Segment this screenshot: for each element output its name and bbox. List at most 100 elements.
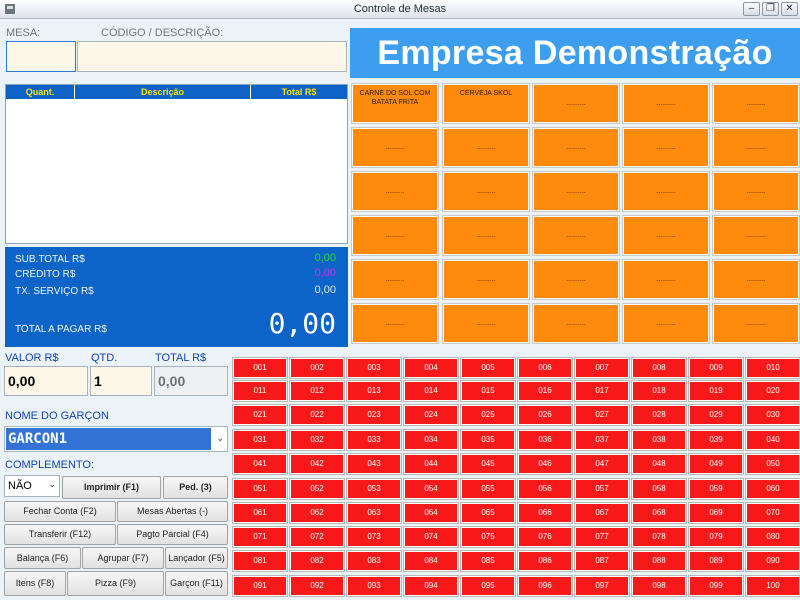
mesa-button[interactable]: 051 bbox=[232, 478, 288, 500]
mesa-button[interactable]: 010 bbox=[745, 357, 800, 379]
product-button[interactable]: .......... bbox=[351, 303, 439, 344]
mesa-button[interactable]: 005 bbox=[460, 357, 516, 379]
mesa-button[interactable]: 073 bbox=[346, 526, 402, 548]
mesa-button[interactable]: 059 bbox=[688, 478, 744, 500]
mesa-button[interactable]: 013 bbox=[346, 380, 402, 402]
mesa-button[interactable]: 003 bbox=[346, 357, 402, 379]
product-button[interactable]: .......... bbox=[351, 171, 439, 212]
mesa-button[interactable]: 070 bbox=[745, 502, 800, 524]
mesa-button[interactable]: 048 bbox=[631, 453, 687, 475]
mesa-button[interactable]: 079 bbox=[688, 526, 744, 548]
mesa-button[interactable]: 095 bbox=[460, 575, 516, 597]
mesa-button[interactable]: 053 bbox=[346, 478, 402, 500]
product-button[interactable]: .......... bbox=[532, 215, 620, 256]
mesa-button[interactable]: 077 bbox=[574, 526, 630, 548]
product-button[interactable]: .......... bbox=[712, 171, 800, 212]
mesa-button[interactable]: 058 bbox=[631, 478, 687, 500]
mesa-button[interactable]: 023 bbox=[346, 404, 402, 426]
mesa-button[interactable]: 063 bbox=[346, 502, 402, 524]
mesa-button[interactable]: 034 bbox=[403, 429, 459, 451]
product-button[interactable]: .......... bbox=[532, 127, 620, 168]
product-button[interactable]: .......... bbox=[442, 259, 530, 300]
mesa-button[interactable]: 088 bbox=[631, 550, 687, 572]
mesa-button[interactable]: 080 bbox=[745, 526, 800, 548]
mesa-button[interactable]: 064 bbox=[403, 502, 459, 524]
mesa-button[interactable]: 087 bbox=[574, 550, 630, 572]
mesa-button[interactable]: 042 bbox=[289, 453, 345, 475]
product-button[interactable]: .......... bbox=[442, 171, 530, 212]
mesa-button[interactable]: 002 bbox=[289, 357, 345, 379]
product-button[interactable]: .......... bbox=[532, 259, 620, 300]
imprimir-button[interactable]: Imprimir (F1) bbox=[62, 476, 161, 499]
mesa-button[interactable]: 055 bbox=[460, 478, 516, 500]
mesa-button[interactable]: 072 bbox=[289, 526, 345, 548]
mesa-button[interactable]: 020 bbox=[745, 380, 800, 402]
mesa-button[interactable]: 097 bbox=[574, 575, 630, 597]
mesa-button[interactable]: 099 bbox=[688, 575, 744, 597]
mesa-button[interactable]: 016 bbox=[517, 380, 573, 402]
mesa-button[interactable]: 032 bbox=[289, 429, 345, 451]
mesa-button[interactable]: 001 bbox=[232, 357, 288, 379]
product-button[interactable]: .......... bbox=[712, 303, 800, 344]
pedido-button[interactable]: Ped. (3) bbox=[163, 476, 228, 499]
mesa-button[interactable]: 031 bbox=[232, 429, 288, 451]
mesa-button[interactable]: 084 bbox=[403, 550, 459, 572]
mesa-button[interactable]: 067 bbox=[574, 502, 630, 524]
mesa-button[interactable]: 075 bbox=[460, 526, 516, 548]
garcom-button[interactable]: Garçon (F11) bbox=[165, 571, 228, 596]
mesa-button[interactable]: 096 bbox=[517, 575, 573, 597]
mesa-button[interactable]: 081 bbox=[232, 550, 288, 572]
agrupar-button[interactable]: Agrupar (F7) bbox=[82, 547, 164, 569]
mesa-button[interactable]: 066 bbox=[517, 502, 573, 524]
pizza-button[interactable]: Pizza (F9) bbox=[67, 571, 164, 596]
mesa-button[interactable]: 008 bbox=[631, 357, 687, 379]
mesa-button[interactable]: 029 bbox=[688, 404, 744, 426]
mesa-button[interactable]: 022 bbox=[289, 404, 345, 426]
mesa-button[interactable]: 006 bbox=[517, 357, 573, 379]
mesa-button[interactable]: 011 bbox=[232, 380, 288, 402]
mesa-button[interactable]: 017 bbox=[574, 380, 630, 402]
mesa-button[interactable]: 039 bbox=[688, 429, 744, 451]
mesa-button[interactable]: 018 bbox=[631, 380, 687, 402]
fechar-conta-button[interactable]: Fechar Conta (F2) bbox=[4, 501, 116, 522]
mesa-button[interactable]: 065 bbox=[460, 502, 516, 524]
mesa-button[interactable]: 061 bbox=[232, 502, 288, 524]
mesa-button[interactable]: 076 bbox=[517, 526, 573, 548]
mesa-button[interactable]: 100 bbox=[745, 575, 800, 597]
product-button[interactable]: .......... bbox=[442, 215, 530, 256]
balanca-button[interactable]: Balança (F6) bbox=[4, 547, 81, 569]
qtd-input[interactable]: 1 bbox=[90, 366, 152, 396]
product-button[interactable]: .......... bbox=[622, 127, 710, 168]
product-button[interactable]: .......... bbox=[712, 259, 800, 300]
mesa-button[interactable]: 024 bbox=[403, 404, 459, 426]
product-button[interactable]: .......... bbox=[532, 303, 620, 344]
mesa-button[interactable]: 078 bbox=[631, 526, 687, 548]
mesa-button[interactable]: 033 bbox=[346, 429, 402, 451]
mesa-button[interactable]: 092 bbox=[289, 575, 345, 597]
mesa-button[interactable]: 046 bbox=[517, 453, 573, 475]
close-button[interactable]: ✕ bbox=[781, 2, 798, 16]
mesa-button[interactable]: 009 bbox=[688, 357, 744, 379]
items-table[interactable]: Quant. Descrição Total R$ bbox=[5, 84, 348, 244]
mesa-button[interactable]: 025 bbox=[460, 404, 516, 426]
product-button[interactable]: .......... bbox=[712, 127, 800, 168]
mesa-button[interactable]: 037 bbox=[574, 429, 630, 451]
mesa-button[interactable]: 098 bbox=[631, 575, 687, 597]
product-button[interactable]: .......... bbox=[442, 127, 530, 168]
mesa-button[interactable]: 060 bbox=[745, 478, 800, 500]
maximize-button[interactable]: ❐ bbox=[762, 2, 779, 16]
mesa-button[interactable]: 019 bbox=[688, 380, 744, 402]
product-button[interactable]: .......... bbox=[442, 303, 530, 344]
product-button[interactable]: .......... bbox=[622, 171, 710, 212]
product-button[interactable]: .......... bbox=[622, 259, 710, 300]
mesa-button[interactable]: 036 bbox=[517, 429, 573, 451]
mesa-button[interactable]: 004 bbox=[403, 357, 459, 379]
valor-input[interactable]: 0,00 bbox=[4, 366, 88, 396]
mesa-button[interactable]: 043 bbox=[346, 453, 402, 475]
lancador-button[interactable]: Lançador (F5) bbox=[165, 547, 228, 569]
mesa-button[interactable]: 074 bbox=[403, 526, 459, 548]
mesas-abertas-button[interactable]: Mesas Abertas (-) bbox=[117, 501, 228, 522]
product-button[interactable]: .......... bbox=[622, 215, 710, 256]
transferir-button[interactable]: Transferir (F12) bbox=[4, 524, 116, 545]
mesa-input[interactable] bbox=[6, 41, 76, 72]
